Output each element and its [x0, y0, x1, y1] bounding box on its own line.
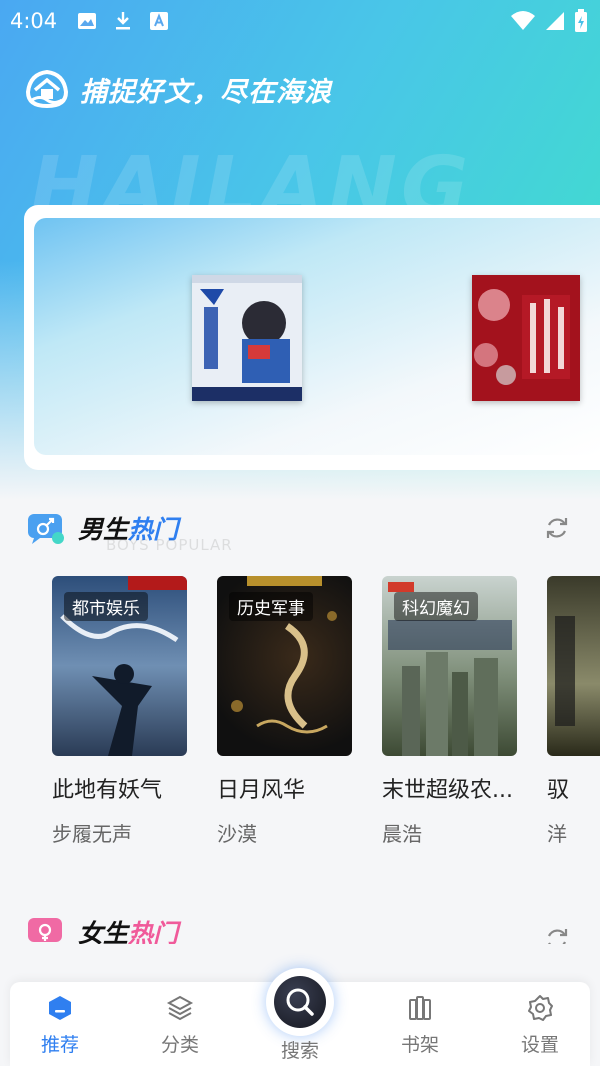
bookshelf-icon	[409, 996, 431, 1020]
book-cover[interactable]: 都市娱乐	[52, 576, 187, 756]
book-item[interactable]: 科幻魔幻 末世超级农... 晨浩	[382, 576, 517, 847]
battery-icon	[575, 9, 587, 32]
featured-banner[interactable]	[24, 205, 600, 470]
search-button[interactable]	[266, 968, 334, 1036]
refresh-icon[interactable]	[542, 513, 572, 543]
book-author: 洋	[547, 822, 567, 846]
banner-book-cover-1[interactable]	[192, 275, 302, 401]
book-title[interactable]: 末世超级农...	[382, 772, 517, 804]
book-title[interactable]: 驭	[547, 772, 600, 804]
book-author: 步履无声	[52, 822, 132, 846]
book-item[interactable]: 驭 洋	[547, 576, 600, 847]
male-badge-icon	[28, 514, 64, 544]
section-subtitle-male: BOYS POPULAR	[106, 536, 233, 554]
tab-settings[interactable]: 设置	[500, 994, 580, 1057]
status-bar: 4:04	[0, 0, 600, 44]
search-icon	[286, 988, 314, 1016]
gear-icon	[528, 995, 553, 1021]
book-item[interactable]: 都市娱乐 此地有妖气 步履无声	[52, 576, 187, 847]
female-badge-icon	[28, 918, 62, 942]
search-button-inner	[274, 976, 326, 1028]
book-cover[interactable]	[547, 576, 600, 756]
book-title[interactable]: 日月风华	[217, 772, 352, 804]
book-author: 晨浩	[382, 822, 422, 846]
download-notification-icon	[116, 12, 130, 30]
tab-category[interactable]: 分类	[140, 994, 220, 1057]
wifi-icon	[511, 11, 535, 30]
banner-book-cover-2[interactable]	[472, 275, 580, 401]
tab-search-label: 搜索	[280, 1040, 319, 1062]
section-title-female: 女生热门	[78, 919, 179, 944]
book-author: 沙漠	[217, 822, 257, 846]
book-genre-tag: 科幻魔幻	[394, 592, 478, 621]
image-notification-icon	[78, 13, 96, 29]
book-title[interactable]: 此地有妖气	[52, 772, 187, 804]
male-book-list: 都市娱乐 此地有妖气 步履无声 历史军事 日月风华 沙漠 科幻魔幻 末世超级农.…	[52, 576, 600, 856]
cell-signal-icon	[546, 12, 564, 30]
tab-bookshelf[interactable]: 书架	[380, 994, 460, 1057]
refresh-icon[interactable]	[542, 924, 572, 944]
book-item[interactable]: 历史军事 日月风华 沙漠	[217, 576, 352, 847]
book-genre-tag: 都市娱乐	[64, 592, 148, 621]
keyboard-notification-icon	[150, 12, 168, 30]
recommend-icon	[49, 996, 71, 1020]
layers-icon	[166, 995, 194, 1021]
book-cover[interactable]: 历史军事	[217, 576, 352, 756]
tab-recommend[interactable]: 推荐	[20, 994, 100, 1057]
app-brand: 捕捉好文，尽在海浪	[24, 68, 332, 110]
status-time: 4:04	[10, 9, 58, 33]
section-header-male: 男生热门 BOYS POPULAR	[28, 510, 588, 554]
book-genre-tag: 历史军事	[229, 592, 313, 621]
hailang-logo-icon	[25, 69, 69, 109]
app-slogan: 捕捉好文，尽在海浪	[80, 76, 332, 108]
section-header-female: 女生热门	[28, 914, 588, 944]
book-cover-art	[555, 616, 575, 726]
book-cover[interactable]: 科幻魔幻	[382, 576, 517, 756]
